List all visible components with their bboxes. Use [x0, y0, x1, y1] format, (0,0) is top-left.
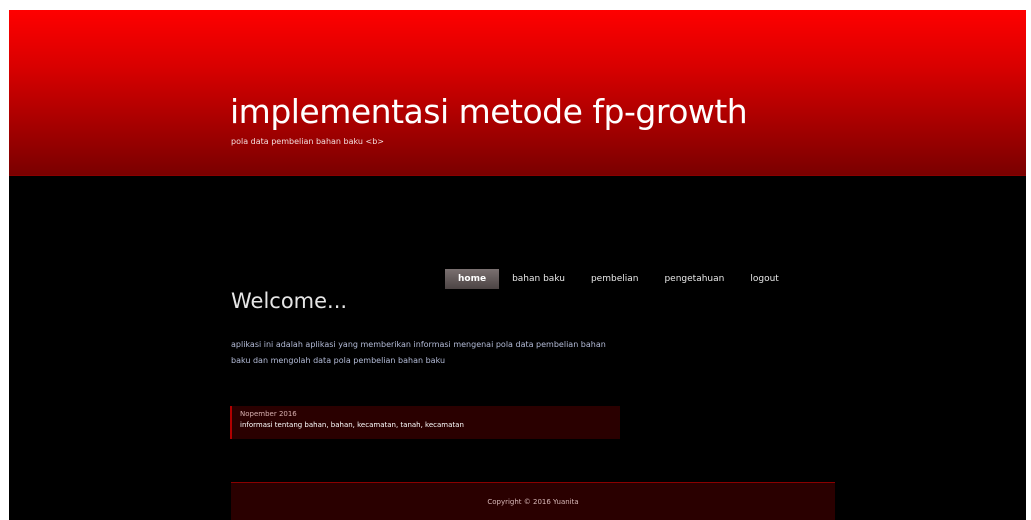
nav-item-pengetahuan[interactable]: pengetahuan	[651, 269, 737, 289]
footer: Copyright © 2016 Yuanita	[231, 482, 835, 520]
page-title: Welcome...	[231, 289, 348, 313]
welcome-text: aplikasi ini adalah aplikasi yang member…	[231, 340, 606, 365]
page: implementasi metode fp-growth pola data …	[9, 10, 1026, 520]
nav-item-pembelian[interactable]: pembelian	[578, 269, 652, 289]
news-date: Nopember 2016	[240, 410, 297, 418]
news-box: Nopember 2016 informasi tentang bahan, b…	[230, 406, 620, 439]
site-title: implementasi metode fp-growth	[230, 92, 748, 131]
site-tagline: pola data pembelian bahan baku <b>	[231, 137, 384, 146]
footer-copyright: Copyright © 2016 Yuanita	[487, 498, 579, 506]
nav-item-bahan-baku[interactable]: bahan baku	[499, 269, 578, 289]
news-text: informasi tentang bahan, bahan, kecamata…	[240, 421, 464, 429]
nav-item-home[interactable]: home	[445, 269, 500, 289]
header-banner: implementasi metode fp-growth pola data …	[9, 10, 1026, 176]
nav-item-logout[interactable]: logout	[737, 269, 791, 289]
main-nav: home bahan baku pembelian pengetahuan lo…	[445, 269, 792, 289]
